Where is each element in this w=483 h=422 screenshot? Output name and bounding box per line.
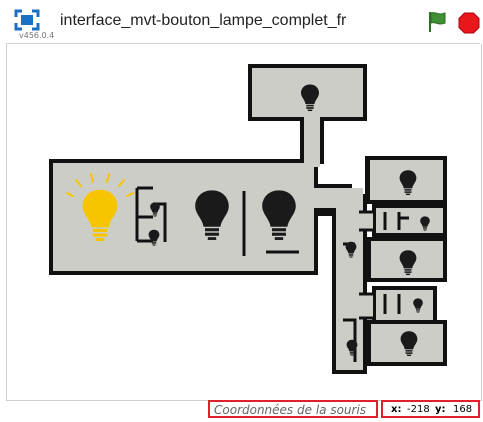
stop-icon[interactable] bbox=[458, 12, 480, 34]
fullscreen-icon[interactable] bbox=[14, 9, 40, 31]
mouse-coords-label: Coordonnées de la souris bbox=[214, 403, 367, 417]
stage[interactable] bbox=[6, 44, 482, 401]
version-label: v456.0.4 bbox=[19, 31, 55, 40]
mouse-x-value: -218 bbox=[407, 404, 430, 415]
green-flag-icon[interactable] bbox=[427, 11, 447, 33]
project-title: interface_mvt-bouton_lampe_complet_fr bbox=[60, 12, 347, 29]
floor-plan bbox=[49, 64, 447, 374]
mouse-coords-values: x: -218 y: 168 bbox=[381, 400, 480, 418]
mouse-x-label: x: bbox=[391, 404, 402, 415]
mouse-y-label: y: bbox=[435, 404, 446, 415]
corridor-top bbox=[304, 117, 320, 167]
mouse-y-value: 168 bbox=[453, 404, 473, 415]
mouse-coords-label-box: Coordonnées de la souris bbox=[208, 400, 378, 418]
window-header: v456.0.4 interface_mvt-bouton_lampe_comp… bbox=[0, 0, 483, 44]
